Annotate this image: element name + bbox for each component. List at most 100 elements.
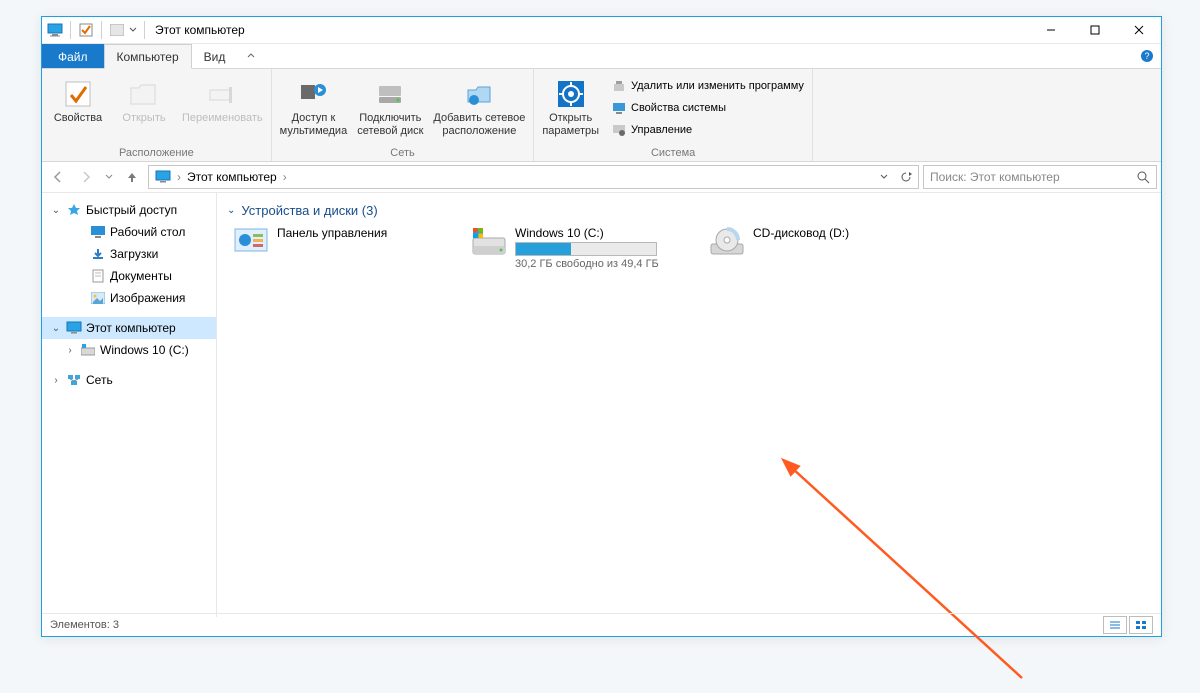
add-net-location-label: Добавить сетевое расположение [433,112,525,138]
tree-quick-access[interactable]: ⌄ Быстрый доступ [42,199,216,221]
tree-this-pc[interactable]: ⌄ Этот компьютер [42,317,216,339]
qat-dropdown-icon[interactable] [128,21,138,39]
item-label: Панель управления [277,226,387,240]
tree-network[interactable]: ›Сеть [42,369,216,391]
qat-folder-icon[interactable] [108,21,126,39]
ribbon: Свойства Открыть Переименовать Расположе… [42,69,1161,162]
tree-documents[interactable]: ›Документы [42,265,216,287]
desktop-icon [90,224,106,240]
search-icon [1137,171,1150,184]
status-bar: Элементов: 3 [42,613,1161,636]
open-settings-button[interactable]: Открыть параметры [538,74,603,140]
view-icons-button[interactable] [1129,616,1153,634]
ribbon-group-network: Доступ к мультимедиа Подключить сетевой … [272,69,535,161]
crumb-this-pc-icon [151,170,175,184]
ribbon-group-location: Свойства Открыть Переименовать Расположе… [42,69,272,161]
cd-drive-icon [709,224,745,260]
item-cd-drive[interactable]: CD-дисковод (D:) [709,224,929,260]
add-net-location-icon [463,78,495,110]
item-c-drive[interactable]: Windows 10 (C:) 30,2 ГБ свободно из 49,4… [471,224,691,270]
capacity-bar [515,242,657,256]
close-button[interactable] [1117,17,1161,43]
chevron-down-icon[interactable]: ⌄ [50,323,62,334]
annotation-arrow [777,453,1037,693]
nav-history-button[interactable] [102,165,116,189]
map-drive-label: Подключить сетевой диск [357,112,423,138]
media-access-icon [297,78,329,110]
tab-computer[interactable]: Компьютер [104,44,192,69]
system-properties-icon [611,100,627,116]
this-pc-icon [46,21,64,39]
qat-properties-icon[interactable] [77,21,95,39]
view-details-button[interactable] [1103,616,1127,634]
refresh-button[interactable] [896,171,916,183]
nav-up-button[interactable] [120,165,144,189]
downloads-icon [90,246,106,262]
address-bar[interactable]: › Этот компьютер › [148,165,919,189]
title-bar: Этот компьютер [42,17,1161,44]
group-location-label: Расположение [46,145,267,161]
explorer-window: Этот компьютер Файл Компьютер Вид ? Свой… [41,16,1162,637]
star-icon [66,202,82,218]
crumb-this-pc[interactable]: Этот компьютер [183,170,281,184]
ribbon-tabs: Файл Компьютер Вид ? [42,44,1161,69]
crumb-sep-icon[interactable]: › [175,170,183,184]
tree-desktop[interactable]: ›Рабочий стол [42,221,216,243]
chevron-right-icon[interactable]: › [50,375,62,386]
chevron-down-icon[interactable]: ⌄ [50,205,62,216]
gear-icon [555,78,587,110]
window-title: Этот компьютер [155,23,245,37]
open-settings-label: Открыть параметры [542,112,599,138]
nav-back-button[interactable] [46,165,70,189]
tab-file[interactable]: Файл [42,44,104,68]
address-dropdown-button[interactable] [874,173,894,181]
properties-icon [62,78,94,110]
content-pane: ⌄ Устройства и диски (3) Панель управлен… [217,193,1161,617]
ribbon-collapse-button[interactable] [237,44,265,68]
maximize-button[interactable] [1073,17,1117,43]
group-network-label: Сеть [276,145,530,161]
chevron-down-icon: ⌄ [227,205,235,216]
ribbon-group-system: Открыть параметры Удалить или изменить п… [534,69,813,161]
manage-button[interactable]: Управление [607,120,808,140]
main-area: ⌄ Быстрый доступ ›Рабочий стол ›Загрузки… [42,193,1161,617]
open-button: Открыть [112,74,176,127]
help-button[interactable]: ? [1133,44,1161,68]
documents-icon [90,268,106,284]
status-count: Элементов: 3 [50,619,119,631]
pictures-icon [90,290,106,306]
address-row: › Этот компьютер › Поиск: Этот компьютер [42,162,1161,193]
item-label: CD-дисковод (D:) [753,226,849,240]
drive-icon [80,342,96,358]
media-access-button[interactable]: Доступ к мультимедиа [276,74,352,140]
tree-pictures[interactable]: ›Изображения [42,287,216,309]
crumb-sep-icon[interactable]: › [281,170,289,184]
nav-pane: ⌄ Быстрый доступ ›Рабочий стол ›Загрузки… [42,193,217,617]
tree-downloads[interactable]: ›Загрузки [42,243,216,265]
add-net-location-button[interactable]: Добавить сетевое расположение [429,74,529,140]
map-drive-icon [374,78,406,110]
control-panel-icon [233,224,269,260]
uninstall-icon [611,78,627,94]
svg-text:?: ? [1144,51,1149,61]
item-control-panel[interactable]: Панель управления [233,224,453,260]
network-icon [66,372,82,388]
rename-icon [206,78,238,110]
tree-c-drive[interactable]: ›Windows 10 (C:) [42,339,216,361]
system-properties-button[interactable]: Свойства системы [607,98,808,118]
media-access-label: Доступ к мультимедиа [280,112,348,138]
tab-view[interactable]: Вид [192,44,238,68]
minimize-button[interactable] [1029,17,1073,43]
map-drive-button[interactable]: Подключить сетевой диск [353,74,427,140]
search-input[interactable]: Поиск: Этот компьютер [923,165,1157,189]
open-icon [128,78,160,110]
properties-button[interactable]: Свойства [46,74,110,127]
uninstall-program-button[interactable]: Удалить или изменить программу [607,76,808,96]
manage-icon [611,122,627,138]
rename-button: Переименовать [178,74,267,127]
section-devices[interactable]: ⌄ Устройства и диски (3) [225,199,1153,224]
free-space-label: 30,2 ГБ свободно из 49,4 ГБ [515,258,659,270]
nav-forward-button[interactable] [74,165,98,189]
chevron-right-icon[interactable]: › [64,345,76,356]
drive-icon [471,224,507,260]
